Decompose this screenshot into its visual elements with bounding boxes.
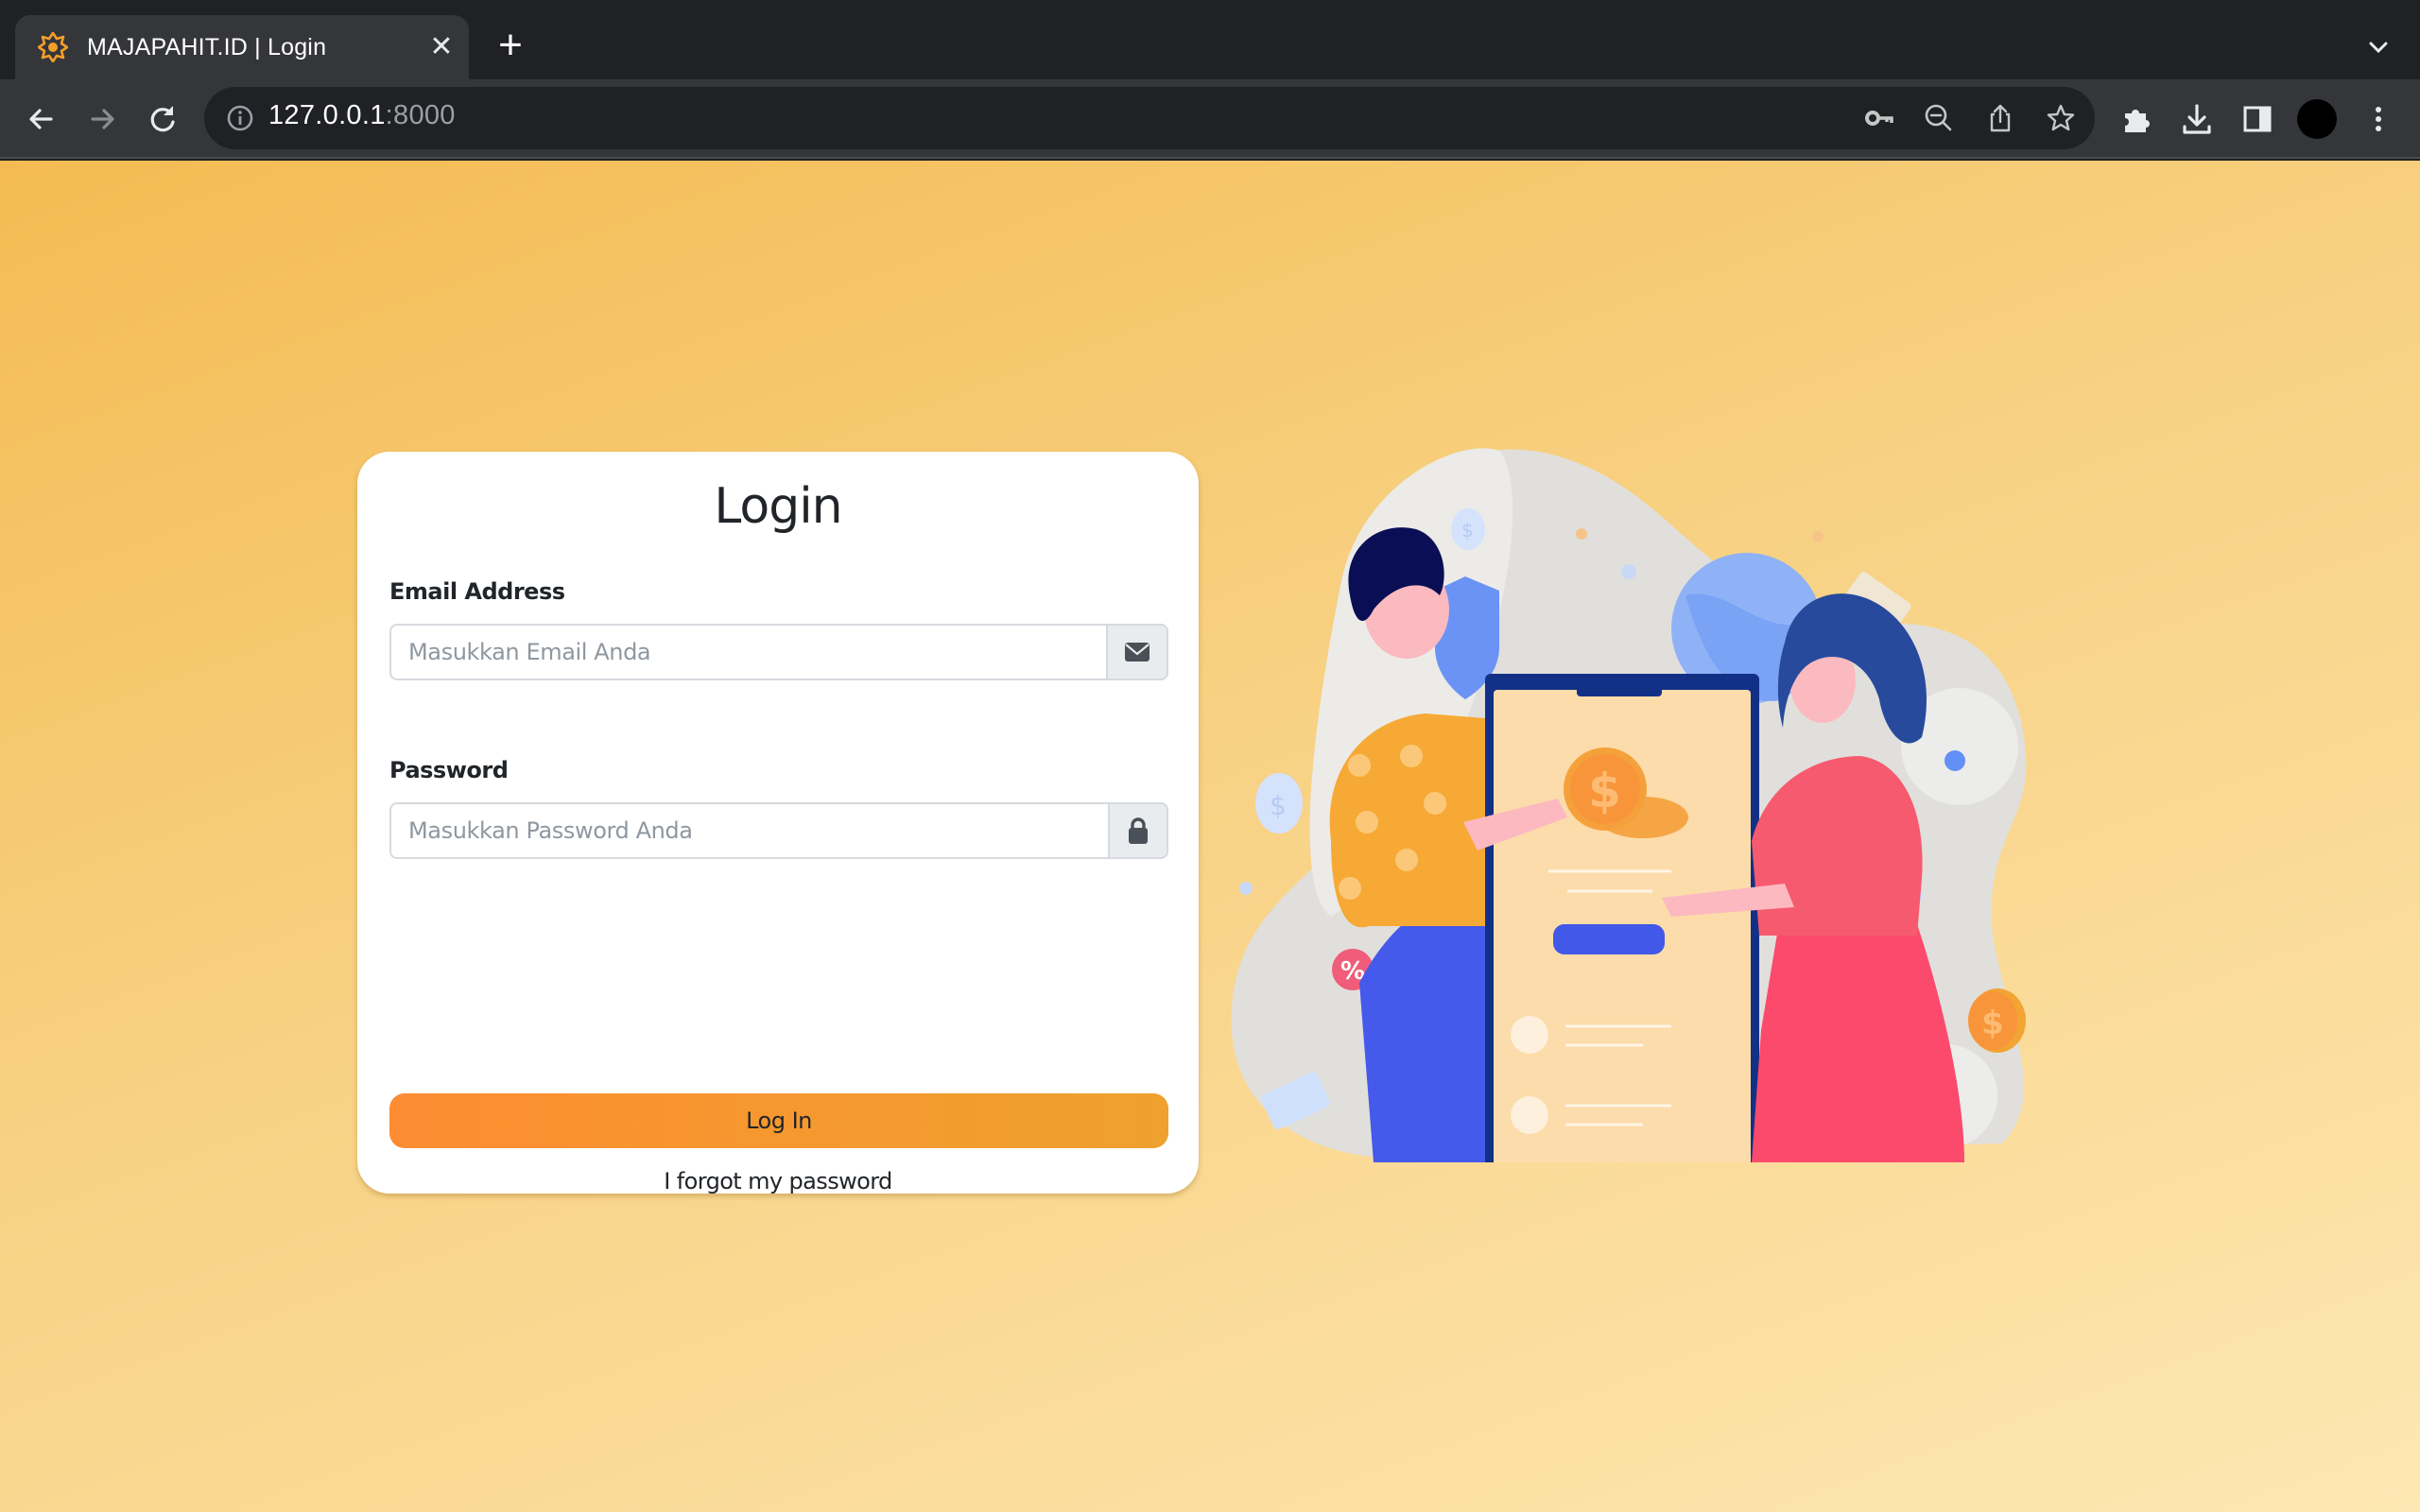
email-input-group <box>389 624 1168 680</box>
browser-toolbar: 127.0.0.1:8000 <box>0 79 2420 159</box>
browser-tab[interactable]: MAJAPAHIT.ID | Login ✕ <box>15 15 469 79</box>
password-field[interactable] <box>389 802 1108 859</box>
envelope-icon <box>1125 643 1150 662</box>
tab-title: MAJAPAHIT.ID | Login <box>87 33 327 60</box>
back-icon[interactable] <box>23 100 60 138</box>
login-card: Login Email Address Password Log In I f <box>357 452 1199 1194</box>
majapahit-star-icon <box>38 32 68 62</box>
extensions-icon[interactable] <box>2119 102 2153 136</box>
email-label: Email Address <box>389 578 565 605</box>
password-addon <box>1108 802 1168 859</box>
tab-strip: MAJAPAHIT.ID | Login ✕ + <box>0 0 2420 79</box>
url-host: 127.0.0.1 <box>268 100 386 130</box>
password-input-group <box>389 802 1168 859</box>
new-tab-button[interactable]: + <box>490 25 531 68</box>
svg-text:$: $ <box>1461 519 1474 541</box>
bookmark-star-icon[interactable] <box>2046 103 2076 133</box>
key-icon[interactable] <box>1864 103 1894 133</box>
address-bar[interactable]: 127.0.0.1:8000 <box>204 87 2095 149</box>
lock-icon <box>1129 817 1148 844</box>
reload-icon[interactable] <box>144 100 182 138</box>
tab-search-icon[interactable] <box>2361 30 2395 64</box>
menu-icon[interactable] <box>2361 102 2395 136</box>
side-panel-icon[interactable] <box>2240 102 2274 136</box>
login-page: Login Email Address Password Log In I f <box>0 161 2420 1512</box>
email-field[interactable] <box>389 624 1106 680</box>
url-text[interactable]: 127.0.0.1:8000 <box>268 100 456 131</box>
profile-avatar[interactable] <box>2297 99 2337 139</box>
password-label: Password <box>389 757 509 783</box>
svg-text:$: $ <box>1588 764 1621 818</box>
svg-text:$: $ <box>1270 790 1287 821</box>
email-addon <box>1106 624 1168 680</box>
share-icon[interactable] <box>1985 103 2015 133</box>
download-icon[interactable] <box>2180 102 2214 136</box>
phone-mockup: $ <box>1485 674 1759 1162</box>
zoom-out-icon[interactable] <box>1924 103 1954 133</box>
page-title: Login <box>714 478 842 535</box>
info-icon[interactable] <box>225 103 255 133</box>
svg-text:$: $ <box>1981 1005 2004 1042</box>
tab-close-icon[interactable]: ✕ <box>425 31 458 63</box>
url-port: :8000 <box>385 100 456 130</box>
login-button[interactable]: Log In <box>389 1093 1168 1148</box>
forward-icon[interactable] <box>83 100 121 138</box>
forgot-password-link[interactable]: I forgot my password <box>357 1168 1199 1194</box>
login-illustration: $ $ % $ $ <box>1231 448 2027 1162</box>
